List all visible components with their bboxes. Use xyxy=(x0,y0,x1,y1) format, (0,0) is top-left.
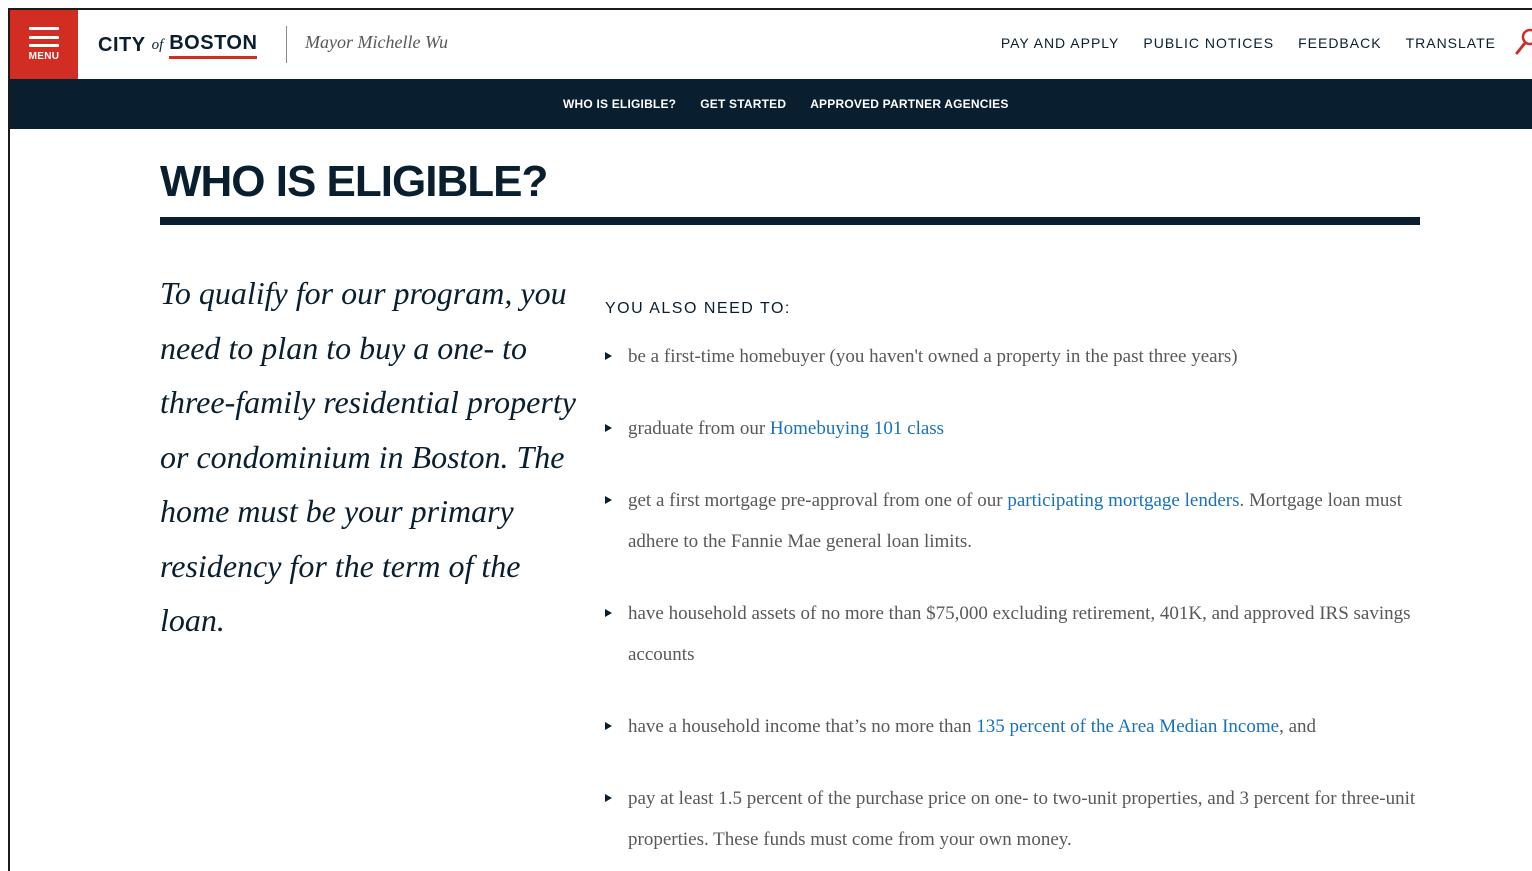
menu-label: MENU xyxy=(28,51,60,62)
requirement-item: have household assets of no more than $7… xyxy=(605,593,1435,675)
nav-public-notices[interactable]: PUBLIC NOTICES xyxy=(1143,35,1274,51)
logo-of: of xyxy=(151,36,164,53)
title-underline xyxy=(160,217,1420,225)
nav-pay-and-apply[interactable]: PAY AND APPLY xyxy=(1001,35,1120,51)
bullet-arrow-icon xyxy=(605,424,612,432)
subnav-approved-partner-agencies[interactable]: APPROVED PARTNER AGENCIES xyxy=(810,97,1008,111)
area-median-income-link[interactable]: 135 percent of the Area Median Income xyxy=(976,716,1279,737)
requirement-text: be a first-time homebuyer (you haven't o… xyxy=(628,346,1238,367)
requirement-text: , and xyxy=(1279,716,1317,737)
bullet-arrow-icon xyxy=(605,352,612,360)
section-nav: WHO IS ELIGIBLE? GET STARTED APPROVED PA… xyxy=(10,79,1532,129)
bullet-arrow-icon xyxy=(605,609,612,617)
requirement-text: have household assets of no more than $7… xyxy=(628,603,1411,665)
page-title: WHO IS ELIGIBLE? xyxy=(160,157,548,206)
requirement-item: have a household income that’s no more t… xyxy=(605,706,1435,747)
subnav-get-started[interactable]: GET STARTED xyxy=(700,97,786,111)
header-divider xyxy=(286,26,287,63)
requirements-heading: YOU ALSO NEED TO: xyxy=(605,300,791,317)
bullet-arrow-icon xyxy=(605,794,612,802)
requirement-text: have a household income that’s no more t… xyxy=(628,716,977,737)
menu-button[interactable]: MENU xyxy=(10,10,78,79)
requirement-text: graduate from our xyxy=(628,418,770,439)
mayor-name: Mayor Michelle Wu xyxy=(305,32,448,52)
requirement-item: be a first-time homebuyer (you haven't o… xyxy=(605,336,1435,377)
requirement-item: pay at least 1.5 percent of the purchase… xyxy=(605,778,1435,860)
nav-translate[interactable]: TRANSLATE xyxy=(1406,35,1496,51)
requirement-text: get a first mortgage pre-approval from o… xyxy=(628,490,1008,511)
site-header: MENU CITY of BOSTON Mayor Michelle Wu PA… xyxy=(10,10,1532,79)
browser-page: MENU CITY of BOSTON Mayor Michelle Wu PA… xyxy=(8,8,1532,871)
nav-feedback[interactable]: FEEDBACK xyxy=(1298,35,1381,51)
hamburger-icon xyxy=(29,27,59,47)
requirements-list: be a first-time homebuyer (you haven't o… xyxy=(605,336,1435,871)
subnav-who-is-eligible[interactable]: WHO IS ELIGIBLE? xyxy=(563,97,676,111)
requirement-text: pay at least 1.5 percent of the purchase… xyxy=(628,788,1416,850)
requirement-item: graduate from our Homebuying 101 class xyxy=(605,408,1435,449)
search-icon[interactable] xyxy=(1514,26,1532,58)
bullet-arrow-icon xyxy=(605,722,612,730)
bullet-arrow-icon xyxy=(605,496,612,504)
homebuying-101-link[interactable]: Homebuying 101 class xyxy=(770,418,944,439)
logo-boston: BOSTON xyxy=(169,32,258,59)
requirement-item: get a first mortgage pre-approval from o… xyxy=(605,480,1435,562)
city-of-boston-logo[interactable]: CITY of BOSTON xyxy=(98,30,258,60)
top-nav: PAY AND APPLY PUBLIC NOTICES FEEDBACK TR… xyxy=(1001,35,1496,51)
logo-city: CITY xyxy=(98,33,146,56)
intro-text: To qualify for our program, you need to … xyxy=(160,275,576,638)
participating-lenders-link[interactable]: participating mortgage lenders xyxy=(1007,490,1239,511)
